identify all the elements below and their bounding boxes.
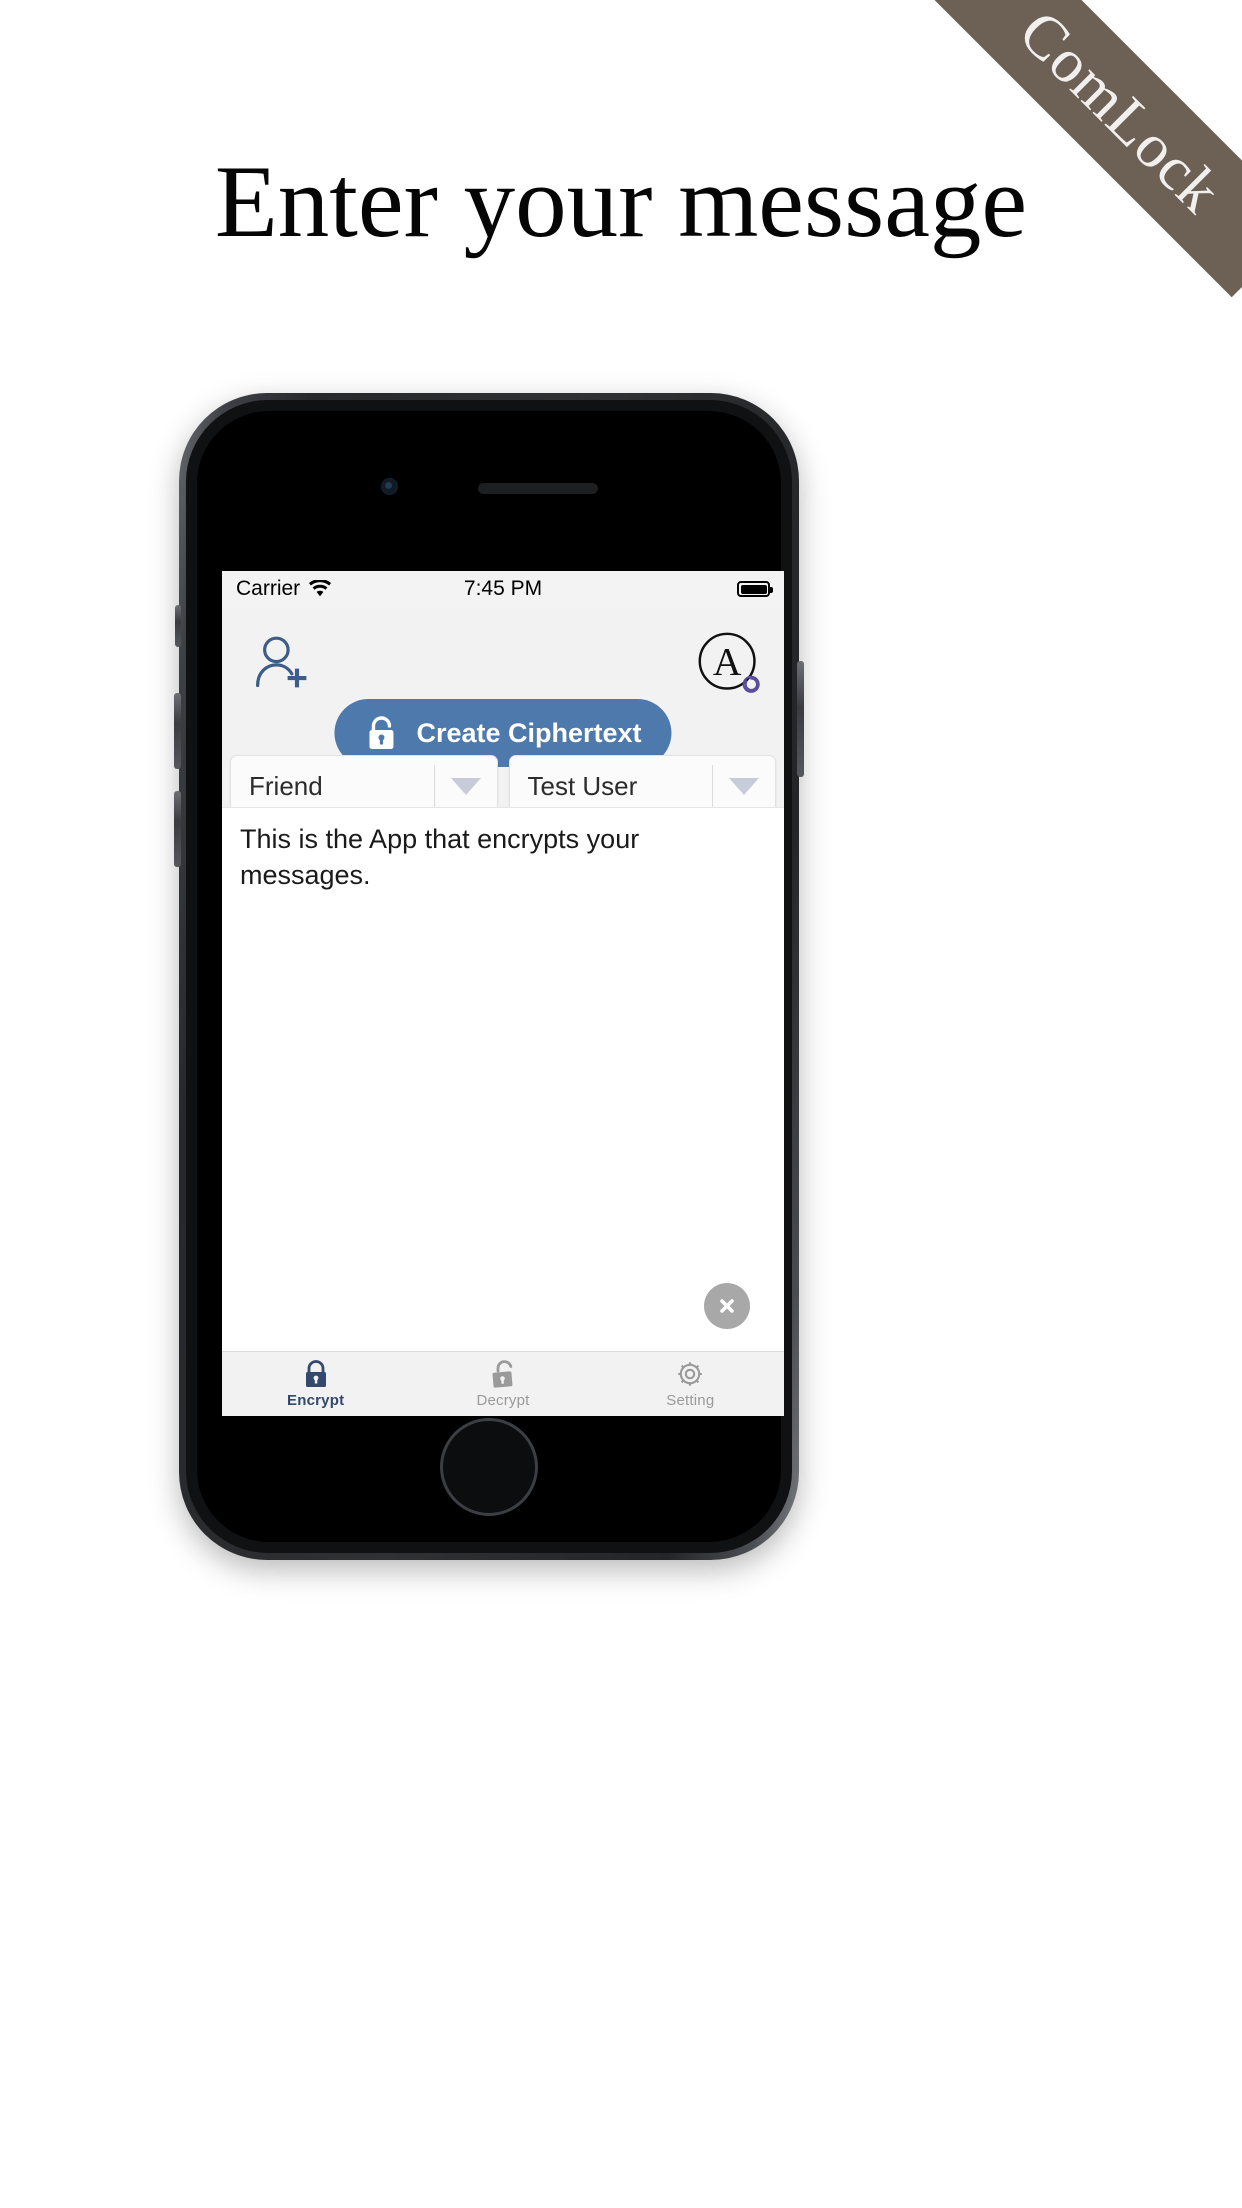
circled-a-icon[interactable]: A (696, 631, 762, 697)
tab-setting[interactable]: Setting (597, 1352, 784, 1416)
earpiece-speaker (478, 483, 598, 494)
volume-up-button[interactable] (174, 693, 181, 769)
svg-text:A: A (713, 639, 742, 683)
message-input-area[interactable]: This is the App that encrypts your messa… (222, 807, 784, 1352)
close-circle-icon[interactable] (704, 1283, 750, 1329)
recipient-select-value: Friend (249, 770, 323, 801)
sender-select-value: Test User (527, 770, 638, 801)
lock-open-icon (492, 1360, 513, 1388)
wifi-icon (309, 580, 332, 597)
volume-down-button[interactable] (174, 791, 181, 867)
status-bar: Carrier 7:45 PM (222, 571, 784, 607)
tab-setting-label: Setting (666, 1392, 715, 1409)
create-ciphertext-label: Create Ciphertext (416, 717, 642, 748)
status-bar-right (737, 581, 773, 597)
tab-encrypt[interactable]: Encrypt (222, 1352, 409, 1416)
page-title: Enter your message (214, 145, 1028, 259)
status-bar-left: Carrier (236, 577, 332, 601)
chevron-down-icon (435, 777, 497, 795)
add-user-icon[interactable] (252, 633, 312, 693)
device-body: Carrier 7:45 PM A Create Ciphertext Frie… (186, 400, 792, 1553)
message-text: This is the App that encrypts your messa… (240, 824, 647, 890)
device-bezel: Carrier 7:45 PM A Create Ciphertext Frie… (197, 411, 784, 1542)
front-camera-icon (381, 478, 398, 495)
close-icon (720, 1299, 734, 1313)
tab-encrypt-label: Encrypt (287, 1392, 345, 1409)
silent-switch[interactable] (175, 605, 181, 647)
gear-icon (678, 1362, 703, 1386)
lock-closed-icon (305, 1360, 326, 1387)
power-button[interactable] (797, 661, 804, 777)
home-button[interactable] (440, 1418, 538, 1516)
tab-decrypt-label: Decrypt (476, 1392, 530, 1409)
phone-screen: Carrier 7:45 PM A Create Ciphertext Frie… (222, 571, 784, 1416)
battery-full-icon (737, 581, 773, 597)
lock-closed-icon (369, 716, 394, 749)
tab-decrypt[interactable]: Decrypt (409, 1352, 596, 1416)
chevron-down-icon (713, 777, 775, 795)
carrier-label: Carrier (236, 577, 301, 600)
phone-device: Carrier 7:45 PM A Create Ciphertext Frie… (174, 393, 804, 1560)
app-header: A Create Ciphertext Friend Test User (222, 607, 784, 817)
tab-bar: Encrypt Decrypt Setting (222, 1351, 784, 1416)
